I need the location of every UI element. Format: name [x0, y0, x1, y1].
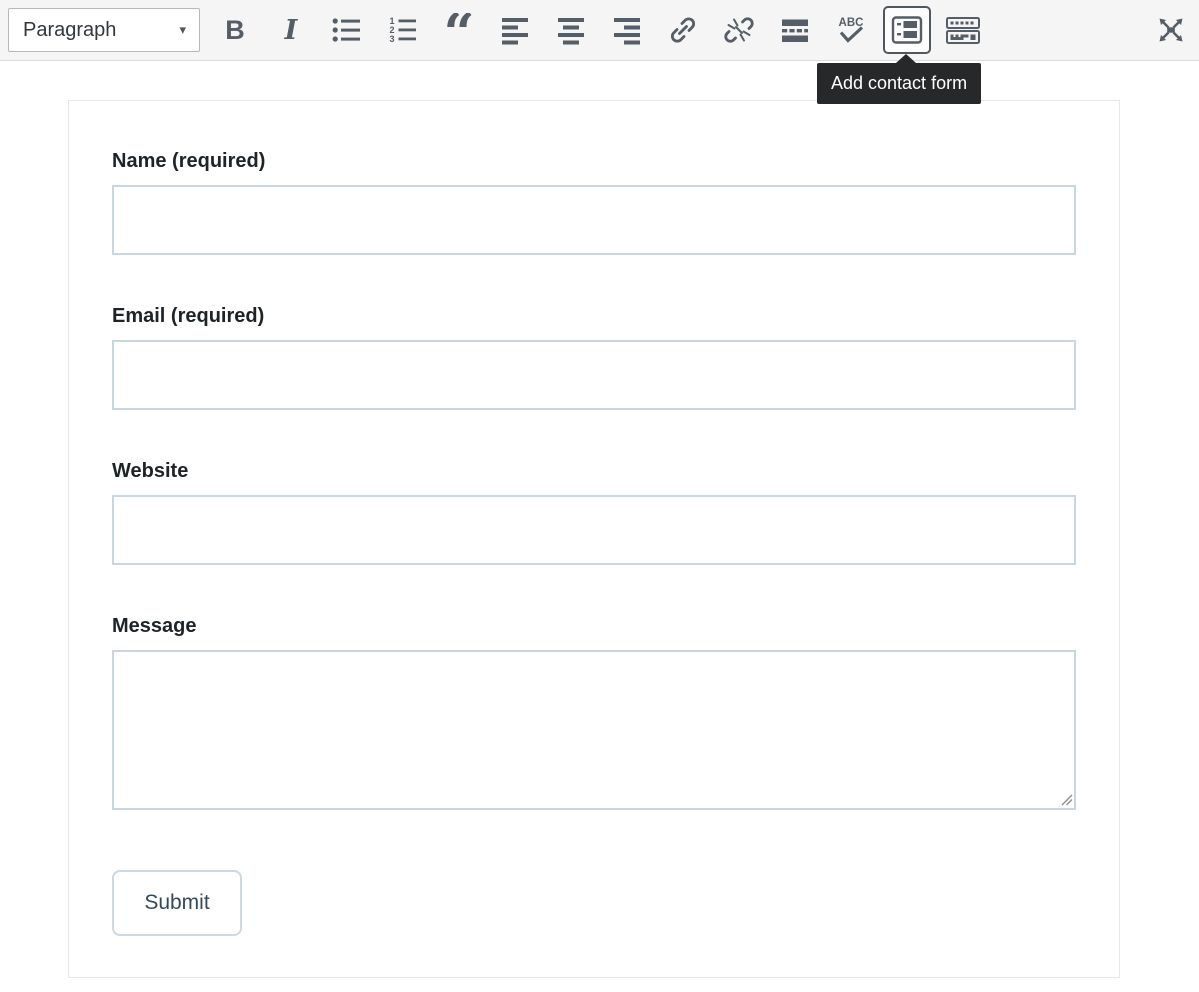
link-icon: [668, 15, 698, 45]
align-center-button[interactable]: [551, 6, 591, 54]
bulleted-list-icon: [332, 15, 362, 45]
numbered-list-button[interactable]: 1 2 3: [383, 6, 423, 54]
more-tag-icon: [780, 15, 810, 45]
contact-form-preview[interactable]: Name (required) Email (required) Website…: [68, 100, 1120, 978]
fullscreen-button[interactable]: [1153, 6, 1189, 54]
name-field-label: Name (required): [112, 150, 1076, 173]
editor-toolbar: Paragraph ▾ B I 1 2 3: [0, 0, 1199, 61]
keyboard-icon: [944, 15, 982, 45]
align-right-button[interactable]: [607, 6, 647, 54]
paragraph-dropdown-value: Paragraph: [23, 19, 116, 42]
website-input[interactable]: [112, 495, 1076, 565]
name-input[interactable]: [112, 185, 1076, 255]
insert-more-tag-button[interactable]: [775, 6, 815, 54]
form-field-website: Website: [112, 460, 1076, 565]
align-right-icon: [612, 15, 642, 45]
add-contact-form-button[interactable]: [883, 6, 931, 54]
svg-text:ABC: ABC: [839, 17, 864, 29]
message-textarea-wrap: [112, 650, 1076, 810]
spellcheck-icon: ABC: [835, 15, 867, 45]
submit-button[interactable]: Submit: [112, 870, 242, 936]
paragraph-dropdown[interactable]: Paragraph ▾: [8, 8, 200, 52]
resize-grip-icon[interactable]: [1061, 794, 1073, 806]
fullscreen-icon: [1155, 14, 1187, 46]
svg-text:3: 3: [389, 34, 394, 44]
email-field-label: Email (required): [112, 305, 1076, 328]
form-field-name: Name (required): [112, 150, 1076, 255]
add-contact-form-tooltip: Add contact form: [817, 63, 981, 104]
chevron-down-icon: ▾: [179, 22, 186, 38]
unlink-icon: [724, 15, 754, 45]
insert-link-button[interactable]: [663, 6, 703, 54]
align-left-button[interactable]: [495, 6, 535, 54]
form-field-email: Email (required): [112, 305, 1076, 410]
website-field-label: Website: [112, 460, 1076, 483]
contact-form-icon: [890, 15, 924, 45]
italic-icon: I: [285, 17, 298, 44]
message-field-label: Message: [112, 615, 1076, 638]
remove-link-button[interactable]: [719, 6, 759, 54]
blockquote-button[interactable]: “: [439, 6, 479, 54]
align-center-icon: [556, 15, 586, 45]
tooltip-text: Add contact form: [831, 73, 967, 94]
bold-button[interactable]: B: [215, 6, 255, 54]
blockquote-icon: “: [443, 13, 474, 47]
align-left-icon: [500, 15, 530, 45]
email-input[interactable]: [112, 340, 1076, 410]
spellcheck-button[interactable]: ABC: [831, 6, 871, 54]
bold-icon: B: [225, 17, 245, 44]
toolbar-toggle-button[interactable]: [943, 6, 983, 54]
message-textarea[interactable]: [112, 650, 1076, 810]
numbered-list-icon: 1 2 3: [388, 15, 418, 45]
editor-content-area: Name (required) Email (required) Website…: [0, 62, 1199, 992]
form-field-message: Message: [112, 615, 1076, 810]
bulleted-list-button[interactable]: [327, 6, 367, 54]
italic-button[interactable]: I: [271, 6, 311, 54]
